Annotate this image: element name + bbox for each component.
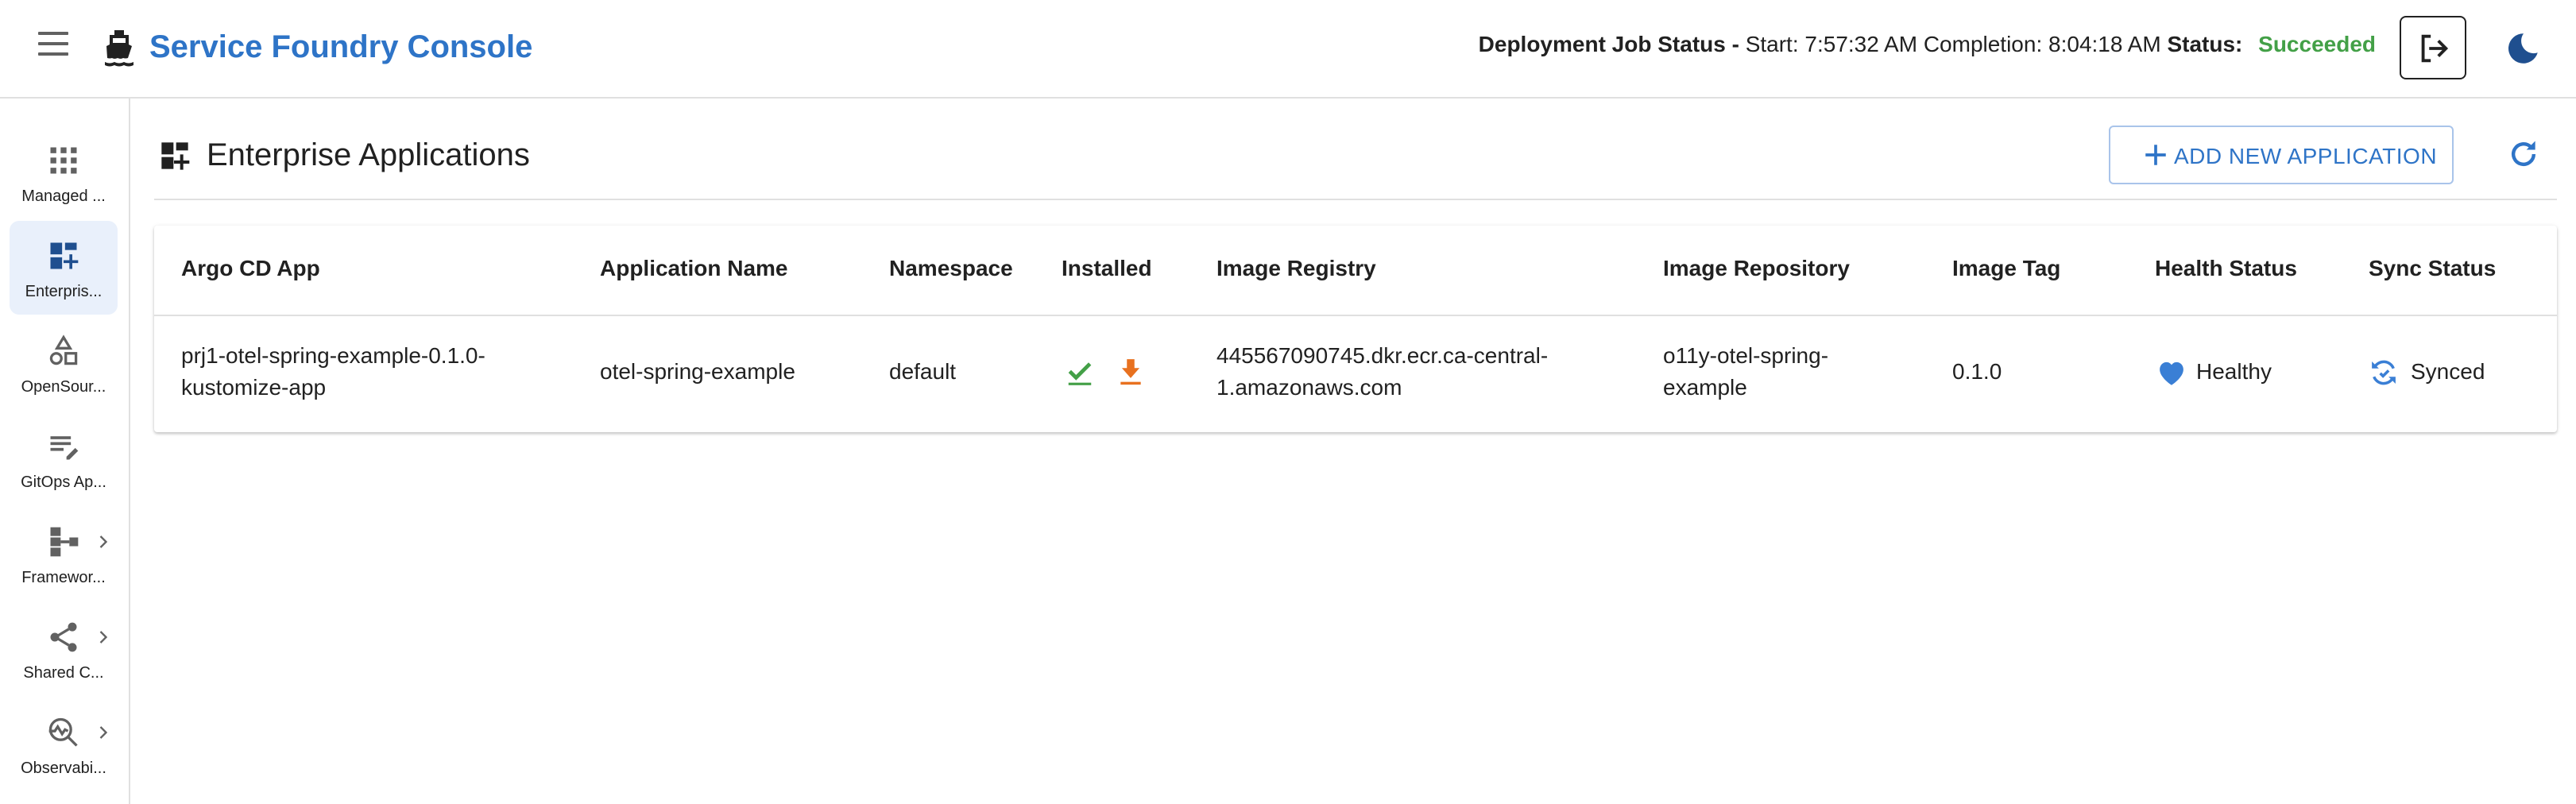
column-header-namespace[interactable]: Namespace — [889, 254, 1013, 283]
argo-app-line-1: prj1-otel-spring-example-0.1.0- — [181, 343, 485, 368]
sidebar-item-label: Shared C... — [23, 664, 104, 682]
sidebar-nav: Managed ... Enterpris... OpenSour... Git… — [0, 99, 130, 804]
sidebar-item-observability[interactable]: Observabi... — [10, 698, 118, 791]
argo-app-line-2: kustomize-app — [181, 375, 327, 400]
menu-icon[interactable] — [35, 32, 73, 64]
page-title: Enterprise Applications — [207, 137, 530, 172]
column-header-image-tag[interactable]: Image Tag — [1952, 254, 2060, 283]
apps-grid-icon — [50, 147, 77, 174]
deployment-job-status: Deployment Job Status - Start: 7:57:32 A… — [1479, 30, 2376, 59]
cell-health-status: Healthy — [2196, 359, 2272, 384]
chevron-right-icon — [99, 631, 108, 644]
plus-icon — [2145, 145, 2166, 165]
sidebar-item-gitops[interactable]: GitOps Ap... — [10, 412, 118, 505]
chevron-right-icon — [99, 726, 108, 739]
registry-line-1: 445567090745.dkr.ecr.ca-central- — [1216, 343, 1549, 368]
app-title[interactable]: Service Foundry Console — [149, 27, 532, 67]
heart-icon — [2160, 361, 2183, 385]
logout-button[interactable] — [2400, 16, 2466, 79]
cell-application-name: otel-spring-example — [600, 359, 795, 384]
cell-namespace: default — [889, 359, 957, 384]
download-icon[interactable] — [1116, 356, 1146, 388]
sidebar-item-shared[interactable]: Shared C... — [10, 602, 118, 696]
sidebar-item-frameworks[interactable]: Framewor... — [10, 507, 118, 601]
job-status-value: Succeeded — [2258, 32, 2376, 56]
registry-line-2: 1.amazonaws.com — [1216, 375, 1402, 400]
category-shapes-icon — [49, 334, 78, 365]
cell-image-registry: 445567090745.dkr.ecr.ca-central- 1.amazo… — [1216, 340, 1548, 404]
sidebar-item-label: Managed ... — [21, 187, 106, 205]
job-status-key: Status: — [2167, 32, 2243, 56]
account-tree-icon — [50, 527, 79, 557]
sidebar-item-label: Observabi... — [21, 760, 106, 777]
cell-image-tag: 0.1.0 — [1952, 359, 2002, 384]
cell-sync-status: Synced — [2411, 359, 2485, 384]
sidebar-item-managed[interactable]: Managed ... — [10, 126, 118, 219]
column-header-argo-app[interactable]: Argo CD App — [181, 254, 320, 283]
sidebar-item-label: GitOps Ap... — [21, 474, 106, 491]
column-header-image-registry[interactable]: Image Registry — [1216, 254, 1376, 283]
ship-icon — [105, 30, 133, 67]
section-divider — [154, 199, 2557, 200]
repository-line-2: example — [1663, 375, 1747, 400]
sidebar-item-opensource[interactable]: OpenSour... — [10, 316, 118, 410]
check-icon — [1068, 362, 1092, 385]
moon-icon[interactable] — [2503, 29, 2543, 68]
column-header-application-name[interactable]: Application Name — [600, 254, 787, 283]
query-stats-icon — [48, 717, 78, 747]
dashboard-add-icon — [161, 142, 190, 170]
cell-image-repository: o11y-otel-spring- example — [1663, 340, 1828, 404]
refresh-icon[interactable] — [2506, 137, 2541, 172]
column-header-health-status[interactable]: Health Status — [2155, 254, 2297, 283]
top-app-bar: Service Foundry Console Deployment Job S… — [0, 0, 2576, 99]
column-header-sync-status[interactable]: Sync Status — [2369, 254, 2496, 283]
applications-table: Argo CD App Application Name Namespace I… — [154, 226, 2557, 432]
logout-icon — [2421, 34, 2449, 63]
cell-argo-app: prj1-otel-spring-example-0.1.0- kustomiz… — [181, 340, 485, 404]
share-icon — [50, 622, 77, 652]
add-button-label: ADD NEW APPLICATION — [2174, 144, 2438, 168]
add-new-application-button[interactable]: ADD NEW APPLICATION — [2109, 126, 2454, 184]
chevron-right-icon — [99, 535, 108, 548]
dashboard-add-icon — [50, 242, 79, 269]
column-header-installed[interactable]: Installed — [1062, 254, 1152, 283]
sidebar-item-label: Enterpris... — [25, 283, 102, 300]
header-row-divider — [154, 315, 2557, 316]
repository-line-1: o11y-otel-spring- — [1663, 343, 1829, 368]
sidebar-item-enterprise[interactable]: Enterpris... — [10, 221, 118, 315]
job-status-label: Deployment Job Status - — [1478, 32, 1739, 56]
sync-icon — [2372, 360, 2396, 385]
sidebar-item-label: Framewor... — [21, 569, 106, 586]
job-completion-time: Completion: 8:04:18 AM — [1923, 32, 2161, 56]
job-start-time: Start: 7:57:32 AM — [1745, 32, 1918, 56]
edit-note-icon — [50, 436, 79, 460]
column-header-image-repository[interactable]: Image Repository — [1663, 254, 1850, 283]
sidebar-item-label: OpenSour... — [21, 378, 106, 396]
